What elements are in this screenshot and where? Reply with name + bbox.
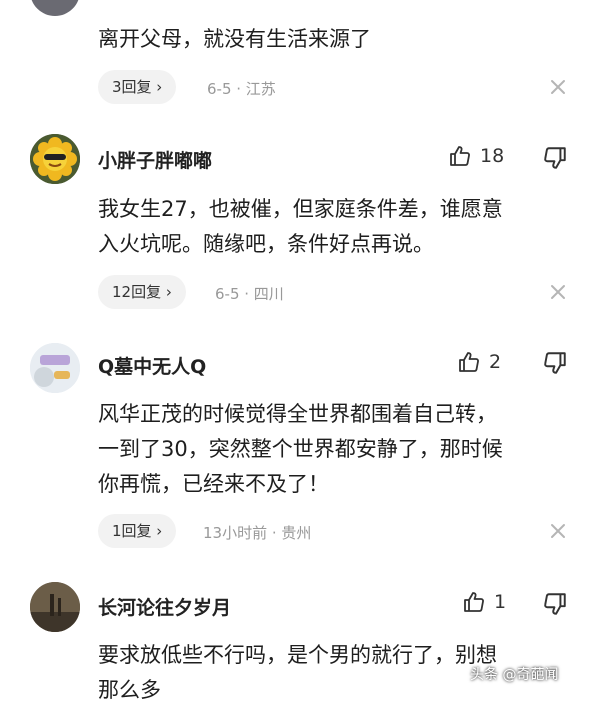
lettered-avatar-icon [30, 343, 80, 393]
reply-button[interactable]: 1回复 › [98, 514, 177, 548]
close-icon[interactable] [549, 78, 567, 96]
avatar[interactable] [30, 343, 80, 393]
comment-meta: 6-5 · 四川 [215, 285, 284, 303]
reply-button[interactable]: 3回复 › [98, 70, 177, 104]
close-icon[interactable] [549, 522, 567, 540]
close-icon[interactable] [549, 283, 567, 301]
comment-line: 你再慌，已经来不及了！ [98, 472, 329, 496]
avatar[interactable] [30, 582, 80, 632]
like-button[interactable]: 18 [448, 144, 504, 168]
username[interactable]: 小胖子胖嘟嘟 [98, 146, 212, 173]
reply-button[interactable]: 12回复 › [98, 275, 186, 309]
comment-line: 风华正茂的时候觉得全世界都围着自己转， [98, 402, 497, 426]
like-count: 2 [489, 351, 502, 373]
like-count: 1 [494, 591, 507, 613]
comment-line: 一到了30，突然整个世界都安静了，那时候 [98, 437, 503, 461]
like-button[interactable]: 1 [462, 590, 506, 614]
thumbs-down-icon[interactable] [542, 145, 568, 171]
photo-avatar-icon [30, 582, 80, 632]
watermark: 头条 @奇葩闻 [470, 667, 559, 683]
comment-meta: 13小时前 · 贵州 [203, 524, 312, 542]
avatar[interactable] [30, 134, 80, 184]
comment-text: 离开父母，就没有生活来源了 [98, 27, 371, 51]
thumbs-down-icon[interactable] [542, 350, 568, 376]
username[interactable]: 长河论往夕岁月 [98, 593, 231, 620]
sunflower-avatar-icon [30, 134, 80, 184]
like-button[interactable]: 2 [457, 350, 501, 374]
thumbs-down-icon[interactable] [542, 591, 568, 617]
thumbs-up-icon [459, 352, 479, 372]
thumbs-up-icon [464, 592, 484, 612]
comment-text: 风华正茂的时候觉得全世界都围着自己转， 一到了30，突然整个世界都安静了，那时候… [98, 397, 568, 502]
avatar[interactable] [30, 0, 80, 16]
thumbs-up-icon [450, 146, 470, 166]
comment-text: 我女生27，也被催，但家庭条件差，谁愿意 入火坑呢。随缘吧，条件好点再说。 [98, 192, 568, 262]
comment-line: 我女生27，也被催，但家庭条件差，谁愿意 [98, 197, 503, 221]
comment-meta: 6-5 · 江苏 [207, 80, 276, 98]
like-count: 18 [480, 145, 505, 167]
username[interactable]: Q墓中无人Q [98, 352, 206, 379]
comment-line: 入火坑呢。随缘吧，条件好点再说。 [98, 232, 434, 256]
